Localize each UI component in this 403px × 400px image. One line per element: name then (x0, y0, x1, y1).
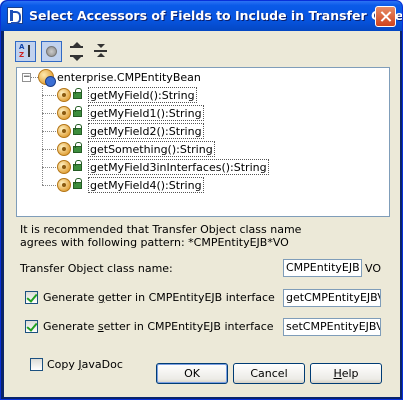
tree-item-label: getMyField4():String (88, 177, 204, 193)
method-icon (57, 142, 71, 156)
method-icon (57, 106, 71, 120)
tree-connector (42, 113, 56, 114)
app-icon (7, 7, 23, 24)
expand-all-icon-line (70, 46, 83, 48)
tree-item[interactable]: getMyField():String (17, 86, 389, 104)
help-label-rest: elp (341, 367, 359, 380)
tree-connector (42, 167, 56, 168)
collapse-node-icon[interactable]: − (22, 73, 31, 82)
class-name-suffix: VO (365, 262, 381, 275)
generate-setter-label-prefix: Generate (43, 320, 98, 333)
sort-alpha-icon: A (19, 43, 25, 51)
lock-icon (73, 124, 82, 135)
getter-name-field[interactable]: getCMPEntityEJBVO (283, 289, 381, 307)
method-icon (57, 88, 71, 102)
tree-item-label: getSomething():String (88, 141, 215, 157)
tree-connector (42, 185, 56, 186)
generate-getter-label-rest: etter in CMPEntityEJB interface (104, 291, 275, 304)
lock-icon (73, 142, 82, 153)
collapse-all-icon (97, 44, 105, 48)
tree-item-label: getMyField2():String (88, 123, 204, 139)
generate-getter-mnemonic: g (97, 291, 105, 304)
sort-alpha-icon-z: Z (19, 51, 25, 59)
expand-all-button[interactable] (67, 41, 88, 62)
tree-connector (31, 77, 38, 78)
generate-getter-label-prefix: Generate (43, 291, 98, 304)
ok-button[interactable]: OK (156, 363, 228, 384)
tree-item-label: getMyField3inInterfaces():String (88, 159, 269, 175)
generate-getter-label[interactable]: Generate getter in CMPEntityEJB interfac… (43, 291, 275, 304)
tree-connector (42, 149, 56, 150)
generate-setter-checkbox[interactable] (25, 320, 38, 333)
cancel-button[interactable]: Cancel (233, 363, 305, 384)
tree-item[interactable]: getMyField1():String (17, 104, 389, 122)
tree-item[interactable]: getMyField4():String (17, 176, 389, 194)
tree-item[interactable]: getMyField3inInterfaces():String (17, 158, 389, 176)
class-name-label: Transfer Object class name: (20, 262, 173, 275)
setter-name-field[interactable]: setCMPEntityEJBVO (283, 318, 381, 336)
generate-setter-label[interactable]: Generate setter in CMPEntityEJB interfac… (43, 320, 274, 333)
help-mnemonic: H (333, 367, 342, 380)
lock-icon (73, 88, 82, 99)
tree-item-label: getMyField1():String (88, 105, 204, 121)
expand-all-icon-arrow (73, 57, 81, 61)
tree-connector (42, 131, 56, 132)
generate-getter-checkbox[interactable] (25, 291, 38, 304)
lock-icon (73, 106, 82, 117)
title-bar[interactable]: Select Accessors of Fields to Include in… (1, 1, 403, 31)
dialog-window: Select Accessors of Fields to Include in… (0, 0, 403, 400)
recommendation-line-1: It is recommended that Transfer Object c… (20, 223, 302, 236)
tree-item[interactable]: getMyField2():String (17, 122, 389, 140)
collapse-all-icon-line (94, 50, 107, 52)
tree-root-label: enterprise.CMPEntityBean (57, 71, 201, 84)
naming-recommendation: It is recommended that Transfer Object c… (20, 223, 301, 249)
show-inherited-button[interactable] (41, 41, 62, 62)
tree-connector (42, 95, 56, 96)
sort-arrow-icon (28, 45, 30, 57)
method-icon (57, 178, 71, 192)
collapse-all-icon-arrow (97, 53, 105, 57)
close-button[interactable] (375, 6, 396, 27)
lock-icon (73, 178, 82, 189)
copy-javadoc-label-prefix: Copy (47, 358, 79, 371)
circle-icon (46, 46, 57, 57)
method-icon (57, 124, 71, 138)
recommendation-line-2: agrees with following pattern: *CMPEntit… (20, 236, 289, 249)
method-icon (57, 160, 71, 174)
window-title: Select Accessors of Fields to Include in… (29, 8, 403, 23)
accessor-tree[interactable]: − enterprise.CMPEntityBean getMyField():… (16, 67, 390, 217)
help-button[interactable]: Help (310, 363, 382, 384)
tree-item-label: getMyField():String (88, 87, 197, 103)
lock-icon (73, 160, 82, 171)
class-name-field[interactable]: CMPEntityEJB (283, 259, 362, 277)
copy-javadoc-label-rest: avaDoc (81, 358, 123, 371)
copy-javadoc-label[interactable]: Copy JavaDoc (47, 358, 123, 371)
bean-class-icon (38, 69, 56, 87)
collapse-all-button[interactable] (91, 41, 112, 62)
generate-setter-label-rest: etter in CMPEntityEJB interface (103, 320, 274, 333)
sort-alpha-button[interactable]: A Z (15, 41, 36, 62)
tree-item[interactable]: getSomething():String (17, 140, 389, 158)
copy-javadoc-checkbox[interactable] (30, 358, 43, 371)
